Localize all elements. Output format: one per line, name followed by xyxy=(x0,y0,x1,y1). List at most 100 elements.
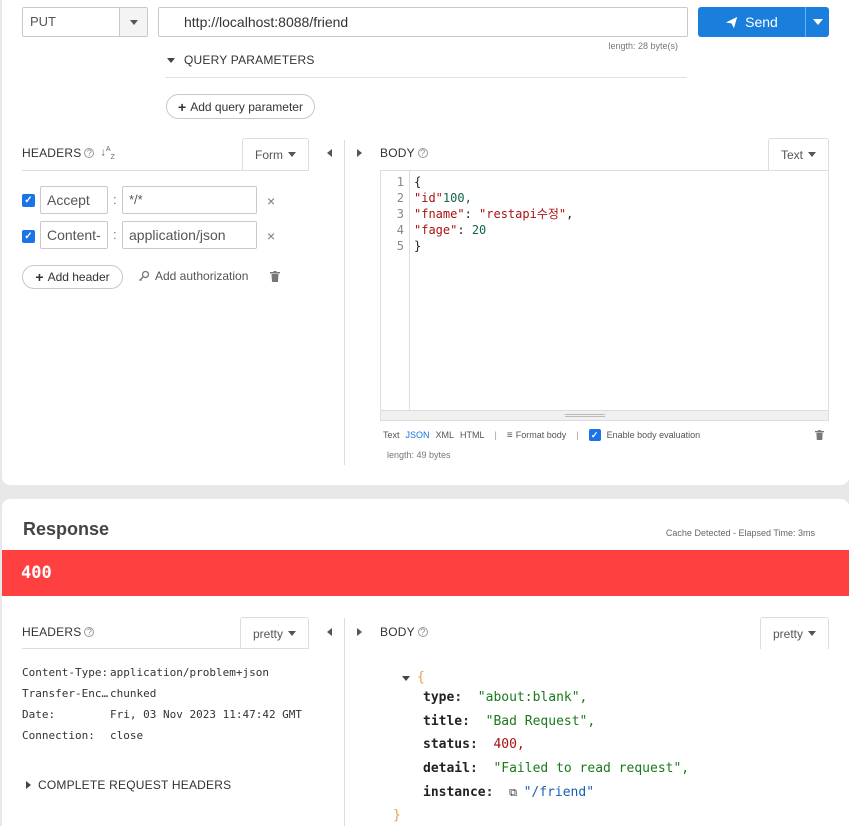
code-line: 1{ xyxy=(381,174,828,190)
help-icon[interactable]: ? xyxy=(84,627,95,637)
remove-header-icon[interactable]: × xyxy=(267,228,275,244)
format-html-option[interactable]: HTML xyxy=(460,430,485,440)
enable-eval-checkbox[interactable]: ✓ xyxy=(588,429,601,441)
headers-label: HEADERS xyxy=(22,146,82,161)
chevron-down-icon xyxy=(288,631,296,636)
help-icon[interactable]: ? xyxy=(417,148,428,158)
external-link-icon[interactable]: ⧉ xyxy=(509,786,523,799)
response-header-value: close xyxy=(110,729,144,742)
method-select[interactable]: PUT xyxy=(22,7,148,37)
json-field: title: "Bad Request", xyxy=(423,710,689,734)
format-text-option[interactable]: Text xyxy=(383,430,400,440)
body-editor[interactable]: 1{2 "id"100, 3 "fname": "restapi수정", 4 "fage"… xyxy=(380,170,829,421)
code-token: : xyxy=(457,223,472,237)
collapse-left-icon[interactable] xyxy=(327,149,332,157)
response-headers-label: HEADERS xyxy=(22,625,82,639)
collapse-right-icon[interactable] xyxy=(357,149,362,157)
plus-icon: + xyxy=(35,269,44,285)
send-dropdown-button[interactable] xyxy=(805,7,829,37)
enable-eval-label: Enable body evaluation xyxy=(606,430,701,440)
response-header-row: Date: Fri, 03 Nov 2023 11:47:42 GMT xyxy=(22,704,322,725)
collapse-right-icon[interactable] xyxy=(357,628,362,636)
editor-resize-bar[interactable] xyxy=(381,410,828,420)
response-title: Response xyxy=(23,519,110,539)
code-token: } xyxy=(414,239,422,253)
add-header-button[interactable]: + Add header xyxy=(22,265,123,289)
response-header-row: Content-Type: application/problem+json xyxy=(22,662,322,683)
help-icon[interactable]: ? xyxy=(84,148,95,159)
header-separator: : xyxy=(113,192,117,207)
body-format-toolbar: Text JSON XML HTML | ≡ Format body | ✓ E… xyxy=(383,429,700,441)
body-mode-dropdown[interactable]: Text xyxy=(768,138,829,170)
trash-icon[interactable] xyxy=(815,430,824,440)
key-icon xyxy=(139,270,150,281)
collapse-json-icon[interactable] xyxy=(402,676,410,681)
add-auth-label: Add authorization xyxy=(155,269,249,283)
add-authorization-button[interactable]: Add authorization xyxy=(138,269,248,283)
resize-grip-icon xyxy=(565,414,605,417)
chevron-down-icon xyxy=(808,152,816,157)
sort-icon[interactable]: ↓AZ xyxy=(100,146,114,161)
header-name-input[interactable]: Content- xyxy=(40,221,108,249)
response-headers-mode-dropdown[interactable]: pretty xyxy=(240,617,309,649)
response-headers-divider xyxy=(22,648,309,649)
chevron-down-icon xyxy=(812,19,823,25)
format-json-option[interactable]: JSON xyxy=(406,430,430,440)
add-query-parameter-button[interactable]: + Add query parameter xyxy=(166,94,315,119)
json-colon: : xyxy=(454,690,478,705)
code-text: "fname": "restapi수정", xyxy=(406,206,573,222)
chevron-right-icon xyxy=(26,781,31,789)
format-body-button[interactable]: ≡ Format body xyxy=(507,430,566,441)
form-label: Form xyxy=(255,147,283,162)
headers-form-dropdown[interactable]: Form xyxy=(242,138,309,170)
json-link-value[interactable]: "/friend" xyxy=(524,785,594,800)
code-token: "restapi수정" xyxy=(479,207,567,221)
headers-mode-label: pretty xyxy=(252,626,283,641)
header-value-input[interactable]: */* xyxy=(122,186,257,214)
headers-divider xyxy=(22,170,309,171)
line-number: 1 xyxy=(396,175,404,189)
add-header-label: Add header xyxy=(47,270,110,284)
query-divider xyxy=(165,77,687,78)
query-params-label: QUERY PARAMETERS xyxy=(184,53,315,67)
complete-request-headers-toggle[interactable]: COMPLETE REQUEST HEADERS xyxy=(26,778,231,792)
send-label: Send xyxy=(745,14,778,30)
json-value: "Failed to read request", xyxy=(493,761,690,777)
response-body-mode-dropdown[interactable]: pretty xyxy=(760,617,829,649)
format-xml-option[interactable]: XML xyxy=(436,430,455,440)
body-label: BODY xyxy=(380,146,415,160)
chevron-down-icon xyxy=(167,57,175,63)
toolbar-divider: | xyxy=(494,430,497,440)
method-dropdown-button[interactable] xyxy=(119,8,147,36)
json-value: "Bad Request", xyxy=(485,713,596,729)
response-pane-splitter[interactable] xyxy=(344,618,345,826)
send-button[interactable]: Send xyxy=(698,7,829,37)
code-token: , xyxy=(566,207,574,221)
response-header-value: application/problem+json xyxy=(110,666,269,679)
collapse-left-icon[interactable] xyxy=(327,628,332,636)
help-icon[interactable]: ? xyxy=(417,627,428,637)
header-enabled-checkbox[interactable]: ✓ xyxy=(22,194,35,207)
body-mode-label: pretty xyxy=(772,626,803,641)
url-input[interactable]: http://localhost:8088/friend xyxy=(158,7,688,37)
code-text: } xyxy=(406,238,421,254)
json-colon: : xyxy=(469,761,494,777)
query-params-toggle[interactable]: QUERY PARAMETERS xyxy=(167,53,315,67)
header-value-input[interactable]: application/json xyxy=(122,221,257,249)
response-header-row: Transfer-Enc… chunked xyxy=(22,683,322,704)
response-header-value: Fri, 03 Nov 2023 11:47:42 GMT xyxy=(110,708,303,721)
pane-splitter[interactable] xyxy=(344,140,345,465)
chevron-down-icon xyxy=(129,19,138,25)
status-code: 400 xyxy=(21,563,52,583)
trash-icon[interactable] xyxy=(270,271,280,282)
json-colon: : xyxy=(469,737,494,753)
header-separator: : xyxy=(113,227,117,242)
remove-header-icon[interactable]: × xyxy=(267,193,275,209)
code-token: : xyxy=(464,207,480,221)
toolbar-divider: | xyxy=(576,430,579,440)
add-query-label: Add query parameter xyxy=(190,99,303,114)
send-main[interactable]: Send xyxy=(698,7,805,37)
header-enabled-checkbox[interactable]: ✓ xyxy=(22,230,35,243)
header-name-input[interactable]: Accept xyxy=(40,186,108,214)
code-text: "fage": 20 xyxy=(406,222,486,238)
